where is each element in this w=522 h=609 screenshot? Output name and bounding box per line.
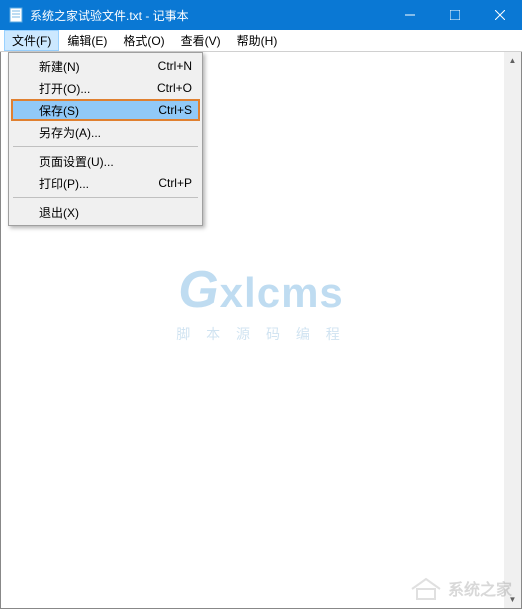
menu-item-shortcut: Ctrl+P [158,176,192,190]
menu-item-label: 退出(X) [39,204,192,221]
menu-item-save[interactable]: 保存(S) Ctrl+S [11,99,200,121]
maximize-button[interactable] [432,0,477,30]
scroll-up-arrow-icon[interactable]: ▲ [504,52,521,69]
menubar: 文件(F) 编辑(E) 格式(O) 查看(V) 帮助(H) [0,30,522,52]
titlebar: 系统之家试验文件.txt - 记事本 [0,0,522,30]
menu-item-exit[interactable]: 退出(X) [11,201,200,223]
menu-edit[interactable]: 编辑(E) [59,30,115,51]
menu-item-label: 保存(S) [39,102,158,119]
menu-item-shortcut: Ctrl+N [158,59,192,73]
menu-item-new[interactable]: 新建(N) Ctrl+N [11,55,200,77]
menu-item-saveas[interactable]: 另存为(A)... [11,121,200,143]
menu-file[interactable]: 文件(F) [4,30,59,51]
notepad-icon [8,7,24,23]
menu-item-shortcut: Ctrl+S [158,103,192,117]
menu-separator [13,197,198,198]
scroll-down-arrow-icon[interactable]: ▼ [504,591,521,608]
close-button[interactable] [477,0,522,30]
menu-item-label: 页面设置(U)... [39,153,192,170]
menu-help[interactable]: 帮助(H) [229,30,286,51]
window-controls [387,0,522,30]
minimize-button[interactable] [387,0,432,30]
menu-item-label: 另存为(A)... [39,124,192,141]
menu-item-print[interactable]: 打印(P)... Ctrl+P [11,172,200,194]
window-title: 系统之家试验文件.txt - 记事本 [30,7,387,24]
vertical-scrollbar[interactable]: ▲ ▼ [504,52,521,608]
menu-view[interactable]: 查看(V) [173,30,229,51]
menu-item-label: 新建(N) [39,58,158,75]
file-menu-dropdown: 新建(N) Ctrl+N 打开(O)... Ctrl+O 保存(S) Ctrl+… [8,52,203,226]
menu-item-shortcut: Ctrl+O [157,81,192,95]
menu-item-label: 打印(P)... [39,175,158,192]
menu-item-label: 打开(O)... [39,80,157,97]
menu-item-pagesetup[interactable]: 页面设置(U)... [11,150,200,172]
menu-format[interactable]: 格式(O) [115,30,172,51]
menu-separator [13,146,198,147]
menu-item-open[interactable]: 打开(O)... Ctrl+O [11,77,200,99]
